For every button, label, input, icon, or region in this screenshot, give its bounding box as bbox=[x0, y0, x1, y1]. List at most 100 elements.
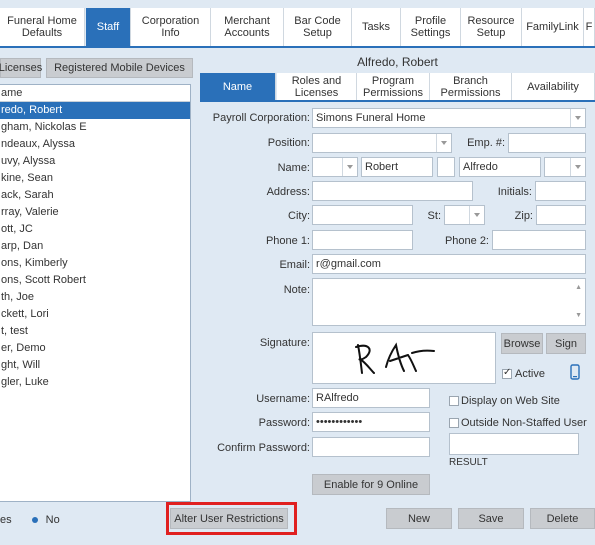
phone2-label: Phone 2: bbox=[444, 235, 489, 247]
state-select[interactable] bbox=[444, 205, 485, 225]
right-tab-underline bbox=[200, 100, 595, 102]
delete-button[interactable]: Delete bbox=[530, 508, 595, 529]
registered-mobile-devices-button[interactable]: Registered Mobile Devices bbox=[46, 58, 193, 78]
emp-number-input[interactable] bbox=[508, 133, 586, 153]
first-name-input[interactable]: Robert bbox=[361, 157, 433, 177]
outside-user-label: Outside Non-Staffed User bbox=[461, 417, 587, 429]
highlight-box bbox=[166, 502, 297, 535]
active-checkbox[interactable] bbox=[502, 367, 512, 379]
tab-overflow[interactable]: F bbox=[584, 8, 595, 46]
active-label: Active bbox=[515, 368, 545, 380]
position-select[interactable] bbox=[312, 133, 452, 153]
scroll-down-icon[interactable]: ▼ bbox=[575, 307, 582, 325]
initials-label: Initials: bbox=[497, 186, 532, 198]
tab-resource-setup[interactable]: Resource Setup bbox=[461, 8, 522, 46]
list-item[interactable]: gler, Luke bbox=[0, 374, 190, 391]
list-item[interactable]: ack, Sarah bbox=[0, 187, 190, 204]
note-label: Note: bbox=[283, 284, 310, 296]
tab-tasks[interactable]: Tasks bbox=[352, 8, 401, 46]
tab-program-permissions[interactable]: Program Permissions bbox=[357, 73, 430, 100]
tab-roles-licenses[interactable]: Roles and Licenses bbox=[277, 73, 357, 100]
chevron-down-icon bbox=[575, 116, 581, 120]
phone1-input[interactable] bbox=[312, 230, 413, 250]
licenses-button[interactable]: Licenses bbox=[0, 58, 42, 78]
zip-input[interactable] bbox=[536, 205, 586, 225]
signature-image bbox=[355, 342, 435, 374]
payroll-value: Simons Funeral Home bbox=[316, 112, 426, 124]
city-label: City: bbox=[288, 210, 310, 222]
password-input[interactable]: •••••••••••• bbox=[312, 412, 430, 432]
username-label: Username: bbox=[256, 393, 310, 405]
list-item[interactable]: ndeaux, Alyssa bbox=[0, 136, 190, 153]
list-item[interactable]: redo, Robert bbox=[0, 102, 190, 119]
mobile-phone-icon[interactable] bbox=[570, 364, 580, 380]
name-label: Name: bbox=[277, 162, 310, 174]
staff-list[interactable]: ame redo, Robert gham, Nickolas E ndeaux… bbox=[0, 84, 191, 502]
list-item[interactable]: er, Demo bbox=[0, 340, 190, 357]
signature-label: Signature: bbox=[259, 337, 310, 349]
tab-corporation-info[interactable]: Corporation Info bbox=[131, 8, 211, 46]
email-input[interactable]: r@gmail.com bbox=[312, 254, 586, 274]
tab-availability[interactable]: Availability bbox=[512, 73, 595, 100]
radio-selected-icon[interactable] bbox=[31, 517, 38, 523]
outside-user-checkbox[interactable] bbox=[449, 418, 459, 428]
tab-staff[interactable]: Staff bbox=[86, 8, 131, 46]
tab-merchant-accounts[interactable]: Merchant Accounts bbox=[211, 8, 284, 46]
last-name-input[interactable]: Alfredo bbox=[459, 157, 541, 177]
username-input[interactable]: RAlfredo bbox=[312, 388, 430, 408]
list-item[interactable]: ckett, Lori bbox=[0, 306, 190, 323]
save-button[interactable]: Save bbox=[458, 508, 524, 529]
chevron-down-icon bbox=[441, 141, 447, 145]
emp-label: Emp. #: bbox=[467, 137, 505, 149]
scroll-up-icon[interactable]: ▲ bbox=[575, 279, 582, 297]
display-web-checkbox[interactable] bbox=[449, 396, 459, 406]
confirm-password-label: Confirm Password: bbox=[217, 442, 310, 454]
new-button[interactable]: New bbox=[386, 508, 452, 529]
payroll-label: Payroll Corporation: bbox=[212, 112, 310, 124]
list-item[interactable]: th, Joe bbox=[0, 289, 190, 306]
result-box bbox=[449, 433, 579, 455]
email-label: Email: bbox=[279, 259, 310, 271]
list-item[interactable]: arp, Dan bbox=[0, 238, 190, 255]
enable-9-online-button[interactable]: Enable for 9 Online bbox=[312, 474, 430, 495]
list-item[interactable]: ott, JC bbox=[0, 221, 190, 238]
suffix-select[interactable] bbox=[544, 157, 586, 177]
tab-branch-permissions[interactable]: Branch Permissions bbox=[430, 73, 512, 100]
confirm-password-input[interactable] bbox=[312, 437, 430, 457]
password-label: Password: bbox=[258, 417, 310, 429]
tab-familylink[interactable]: FamilyLink bbox=[522, 8, 584, 46]
list-item[interactable]: t, test bbox=[0, 323, 190, 340]
browse-button[interactable]: Browse bbox=[501, 333, 543, 354]
list-item[interactable]: ons, Kimberly bbox=[0, 255, 190, 272]
list-item[interactable]: uvy, Alyssa bbox=[0, 153, 190, 170]
display-web-label: Display on Web Site bbox=[461, 395, 560, 407]
zip-label: Zip: bbox=[514, 210, 533, 222]
signature-box[interactable] bbox=[312, 332, 496, 384]
address-label: Address: bbox=[266, 186, 310, 198]
payroll-corporation-select[interactable]: Simons Funeral Home bbox=[312, 108, 586, 128]
list-item[interactable]: gham, Nickolas E bbox=[0, 119, 190, 136]
city-input[interactable] bbox=[312, 205, 413, 225]
list-item[interactable]: ght, Will bbox=[0, 357, 190, 374]
chevron-down-icon bbox=[575, 165, 581, 169]
list-item[interactable]: kine, Sean bbox=[0, 170, 190, 187]
tab-bar-code-setup[interactable]: Bar Code Setup bbox=[284, 8, 352, 46]
radio-no-label[interactable]: No bbox=[46, 514, 60, 526]
chevron-down-icon bbox=[474, 213, 480, 217]
list-item[interactable]: rray, Valerie bbox=[0, 204, 190, 221]
selected-staff-title: Alfredo, Robert bbox=[357, 55, 438, 69]
phone1-label: Phone 1: bbox=[265, 235, 310, 247]
note-textarea[interactable]: ▲ ▼ bbox=[312, 278, 586, 326]
address-input[interactable] bbox=[312, 181, 473, 201]
sign-button[interactable]: Sign bbox=[546, 333, 586, 354]
middle-initial-input[interactable] bbox=[437, 157, 455, 177]
prefix-select[interactable] bbox=[312, 157, 358, 177]
phone2-input[interactable] bbox=[492, 230, 586, 250]
radio-yes-label[interactable]: es bbox=[0, 514, 12, 526]
list-item[interactable]: ons, Scott Robert bbox=[0, 272, 190, 289]
initials-input[interactable] bbox=[535, 181, 586, 201]
chevron-down-icon bbox=[347, 165, 353, 169]
tab-funeral-home-defaults[interactable]: Funeral Home Defaults bbox=[0, 8, 85, 46]
tab-profile-settings[interactable]: Profile Settings bbox=[401, 8, 461, 46]
tab-name[interactable]: Name bbox=[200, 73, 276, 100]
